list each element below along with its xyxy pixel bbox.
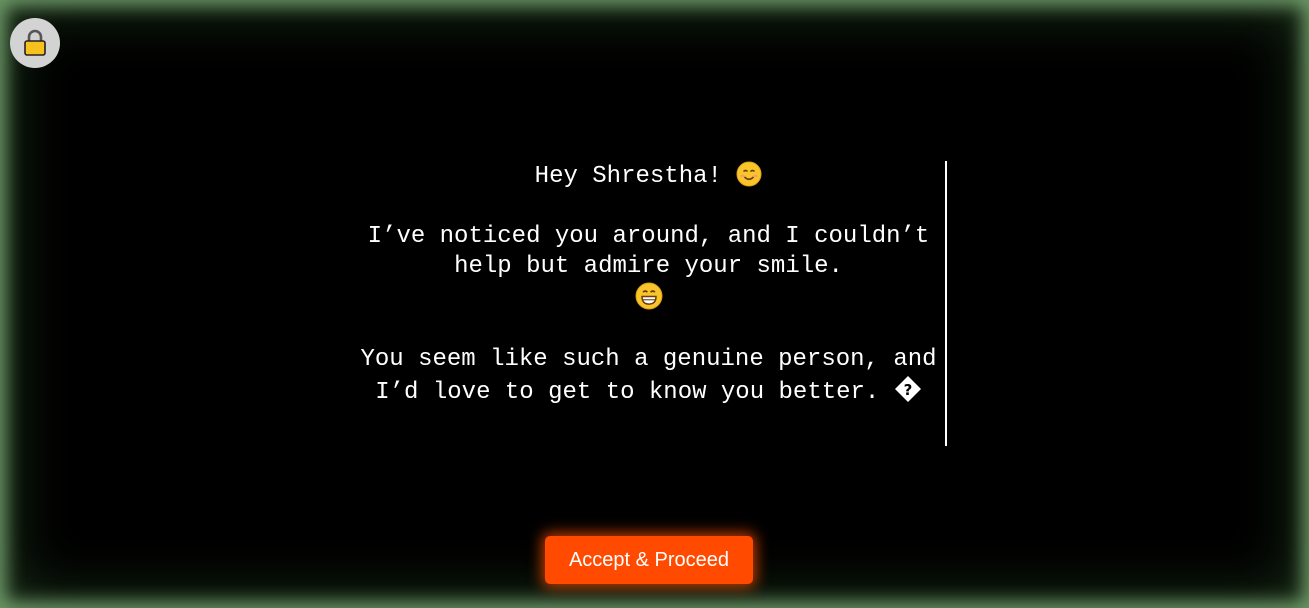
lock-button[interactable] bbox=[10, 18, 60, 68]
page: Hey Shrestha! I’ve noticed you around, a… bbox=[0, 0, 1309, 608]
paragraph-2: You seem like such a genuine person, and… bbox=[360, 345, 937, 408]
grinning-face-emoji-icon bbox=[635, 282, 663, 310]
message-box: Hey Shrestha! I’ve noticed you around, a… bbox=[360, 161, 947, 446]
greeting-line: Hey Shrestha! bbox=[360, 161, 937, 192]
replacement-character-icon: ? bbox=[894, 375, 922, 403]
message-text: Hey Shrestha! I’ve noticed you around, a… bbox=[360, 161, 937, 408]
paragraph-2-text: You seem like such a genuine person, and… bbox=[360, 346, 936, 406]
paragraph-1: I’ve noticed you around, and I couldn’t … bbox=[360, 222, 937, 315]
svg-text:?: ? bbox=[903, 381, 912, 399]
greeting-text: Hey Shrestha! bbox=[535, 163, 722, 190]
smiling-face-emoji-icon bbox=[736, 161, 762, 187]
paragraph-1-text: I’ve noticed you around, and I couldn’t … bbox=[368, 223, 930, 280]
accept-proceed-button[interactable]: Accept & Proceed bbox=[545, 536, 753, 584]
lock-icon bbox=[23, 29, 47, 57]
